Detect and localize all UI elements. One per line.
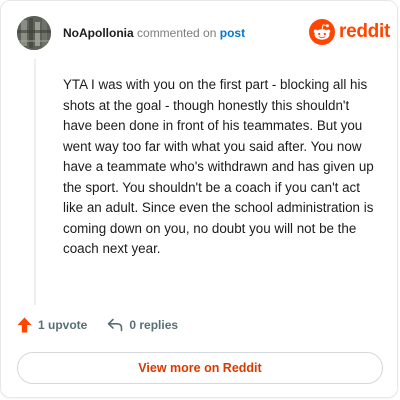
post-link[interactable]: post — [220, 26, 245, 40]
avatar-image — [17, 16, 51, 50]
reddit-logo[interactable]: reddit — [309, 19, 390, 45]
view-more-button[interactable]: View more on Reddit — [17, 352, 383, 384]
reply-arrow-icon — [108, 318, 123, 332]
comment-header: NoApollonia commented on post — [63, 26, 245, 40]
action-text: commented on — [137, 26, 217, 40]
author-username[interactable]: NoApollonia — [63, 26, 134, 40]
replies-count: 0 replies — [129, 318, 179, 332]
reddit-wordmark: reddit — [339, 21, 390, 42]
upvote-arrow-icon[interactable] — [17, 317, 32, 333]
reddit-snoo-icon — [309, 19, 335, 45]
upvote-action[interactable]: 1 upvote — [17, 317, 87, 333]
replies-action[interactable]: 0 replies — [107, 318, 178, 332]
comment-body: YTA I was with you on the first part - b… — [63, 77, 374, 256]
comment-embed-card: NoApollonia commented on post reddit YTA… — [0, 0, 398, 398]
thread-line — [34, 59, 36, 305]
comment-actions: 1 upvote 0 replies — [17, 317, 178, 333]
upvote-count: 1 upvote — [38, 318, 88, 332]
author-avatar[interactable] — [17, 16, 51, 50]
